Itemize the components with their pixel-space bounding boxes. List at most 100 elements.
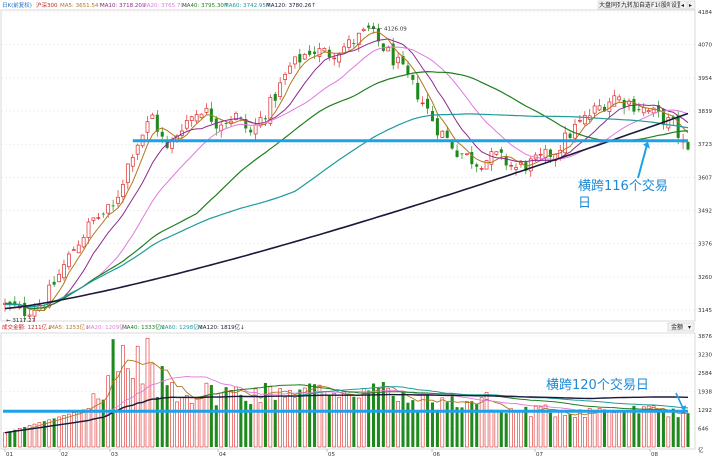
price-legend-item: MA60: 3742.95↑	[224, 2, 270, 9]
candle-body	[475, 164, 479, 167]
volume-bar	[96, 398, 101, 448]
volume-bar	[386, 387, 391, 448]
candle-body	[386, 47, 391, 52]
toolbar-button[interactable]: 九转	[619, 0, 633, 10]
candlestick-series	[3, 22, 690, 323]
volume-bar	[13, 429, 17, 447]
candle-body	[229, 120, 233, 124]
volume-bar	[3, 432, 7, 448]
volume-bar	[666, 416, 671, 448]
volume-bar	[455, 407, 459, 447]
candle-body	[484, 160, 489, 170]
candle-body	[420, 102, 425, 105]
volume-bar	[568, 414, 572, 447]
volume-bar	[244, 400, 248, 447]
chart-canvas[interactable]: 日K(前复权) 沪深300 MA5: 3651.54↑MA10: 3718.20↓ M…	[0, 0, 720, 457]
price-y-tick: 3492	[698, 208, 712, 214]
volume-bar	[450, 394, 454, 447]
volume-bar	[416, 410, 420, 447]
volume-bar	[411, 400, 415, 447]
toolbar-button[interactable]: ▸	[687, 0, 696, 10]
volume-bar	[686, 413, 690, 447]
volume-bar	[327, 394, 331, 447]
price-legend-item: MA10: 3718.20↓	[100, 2, 146, 9]
candle-body	[76, 244, 81, 254]
volume-unit-label: 亿	[698, 446, 704, 454]
volume-bar	[37, 422, 42, 448]
volume-bar	[489, 409, 494, 448]
candle-body	[224, 123, 228, 124]
candle-body	[249, 129, 253, 133]
volume-bar	[494, 409, 499, 448]
volume-bar	[430, 402, 435, 447]
candle-body	[460, 153, 464, 155]
volume-bar	[101, 399, 105, 447]
candle-body	[435, 118, 439, 136]
candle-body	[62, 264, 66, 279]
toolbar-button[interactable]: 大盘同列	[597, 0, 623, 10]
volume-bar	[204, 382, 209, 448]
candle-body	[125, 163, 130, 184]
candle-body	[396, 56, 400, 64]
volume-y-tick: 3876	[698, 334, 712, 340]
candle-body	[150, 114, 155, 119]
price-y-tick: 3376	[698, 242, 712, 248]
x-tick-label: 07	[536, 452, 543, 457]
candle-body	[52, 281, 56, 285]
candle-body	[313, 51, 317, 54]
volume-bar	[150, 363, 155, 448]
candle-body	[352, 43, 356, 44]
candle-body	[96, 217, 101, 219]
annotation-text: 横跨116个交易	[578, 178, 668, 194]
volume-bar	[671, 408, 675, 447]
candle-body	[184, 120, 189, 129]
volume-bar	[637, 413, 641, 447]
candle-body	[239, 117, 243, 119]
candle-body	[204, 107, 209, 113]
price-y-tick: 3954	[698, 76, 712, 82]
candle-body	[504, 156, 508, 166]
volume-bar	[582, 417, 587, 448]
candle-body	[302, 53, 307, 60]
annotation-arrow	[637, 144, 648, 179]
high-label: ← 4126.09	[378, 27, 408, 33]
volume-bar	[681, 412, 685, 448]
candle-body	[189, 116, 194, 121]
volume-bar	[165, 385, 169, 447]
candle-body	[253, 124, 258, 135]
volume-bar	[356, 397, 361, 448]
volume-bar	[661, 411, 665, 447]
toolbar-button[interactable]: 加自选	[631, 0, 651, 10]
toolbar-button[interactable]: ◂	[679, 0, 688, 10]
candle-body	[573, 124, 577, 139]
volume-bar	[573, 417, 577, 448]
volume-metric-dropdown[interactable]: 金额 ▾	[667, 322, 695, 332]
candle-body	[130, 156, 135, 167]
price-legend: 日K(前复权) 沪深300 MA5: 3651.54↑MA10: 3718.20↓ M…	[2, 1, 316, 9]
candle-body	[263, 118, 267, 120]
moving-average-lines	[4, 31, 689, 312]
volume-bar	[71, 412, 76, 448]
volume-bar	[76, 410, 81, 448]
candle-body	[283, 73, 287, 80]
volume-bar	[440, 397, 445, 448]
price-legend-item: MA5: 3651.54↑	[60, 2, 103, 9]
toolbar-button-label: ◂	[681, 2, 684, 9]
candle-body	[426, 98, 430, 109]
volume-bar	[479, 397, 484, 448]
candle-body	[627, 101, 631, 105]
price-y-tick: 3839	[698, 109, 712, 115]
candle-body	[199, 113, 204, 119]
volume-bar	[499, 410, 503, 447]
price-annotation: ← 4126.09← 3117.27横跨116个交易日	[6, 27, 668, 324]
candle-body	[367, 25, 371, 28]
volume-legend-item: MA120: 1819亿↓	[198, 323, 245, 331]
volume-y-axis: 3876 3230 2584 1938 1292 646 亿	[698, 334, 712, 454]
candle-body	[622, 100, 626, 108]
price-y-tick: 3607	[698, 175, 712, 181]
volume-bar	[160, 366, 164, 447]
volume-bar	[258, 402, 263, 448]
price-legend-item: MA120: 3780.26↑	[266, 2, 316, 9]
volume-bar	[86, 408, 91, 448]
volume-bar	[263, 382, 267, 447]
